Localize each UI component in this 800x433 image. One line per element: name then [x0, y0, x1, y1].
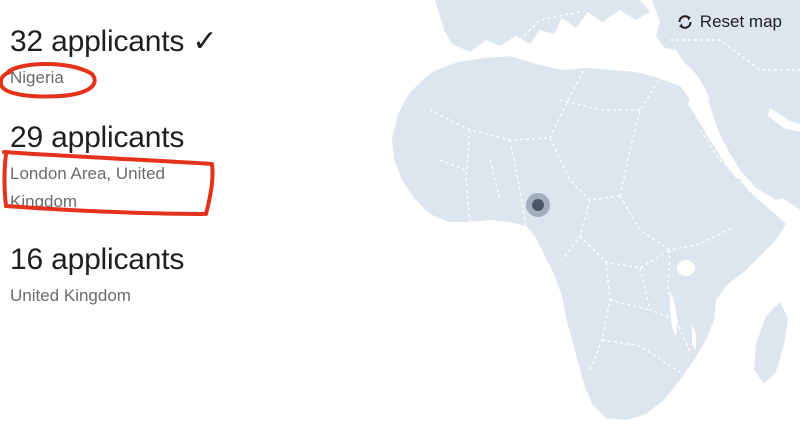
location-marker [532, 199, 544, 211]
reset-map-label: Reset map [699, 12, 782, 31]
lake-victoria [677, 260, 695, 276]
map-land-madagascar [754, 302, 788, 384]
applicant-location: Nigeria [10, 68, 64, 87]
map-land-europe [435, 0, 650, 52]
refresh-icon [678, 15, 692, 29]
applicant-location: London Area, United Kingdom [10, 164, 166, 211]
check-icon: ✓ [192, 25, 218, 58]
applicant-locations-panel: Reset map 32 applicants ✓ Nigeria 29 app… [0, 0, 800, 433]
list-item[interactable]: 29 applicants London Area, United Kingdo… [10, 116, 340, 216]
applicant-count: 32 applicants [10, 25, 185, 58]
africa-map-graphic [392, 0, 800, 420]
applicant-count: 16 applicants [10, 243, 185, 276]
applicant-location-list: 32 applicants ✓ Nigeria 29 applicants Lo… [10, 20, 340, 310]
world-map[interactable] [340, 0, 800, 433]
reset-map-button[interactable]: Reset map [674, 8, 784, 36]
applicant-location: United Kingdom [10, 286, 131, 305]
list-item[interactable]: 16 applicants United Kingdom [10, 238, 340, 310]
list-item[interactable]: 32 applicants ✓ Nigeria [10, 20, 340, 92]
applicant-count: 29 applicants [10, 121, 185, 154]
